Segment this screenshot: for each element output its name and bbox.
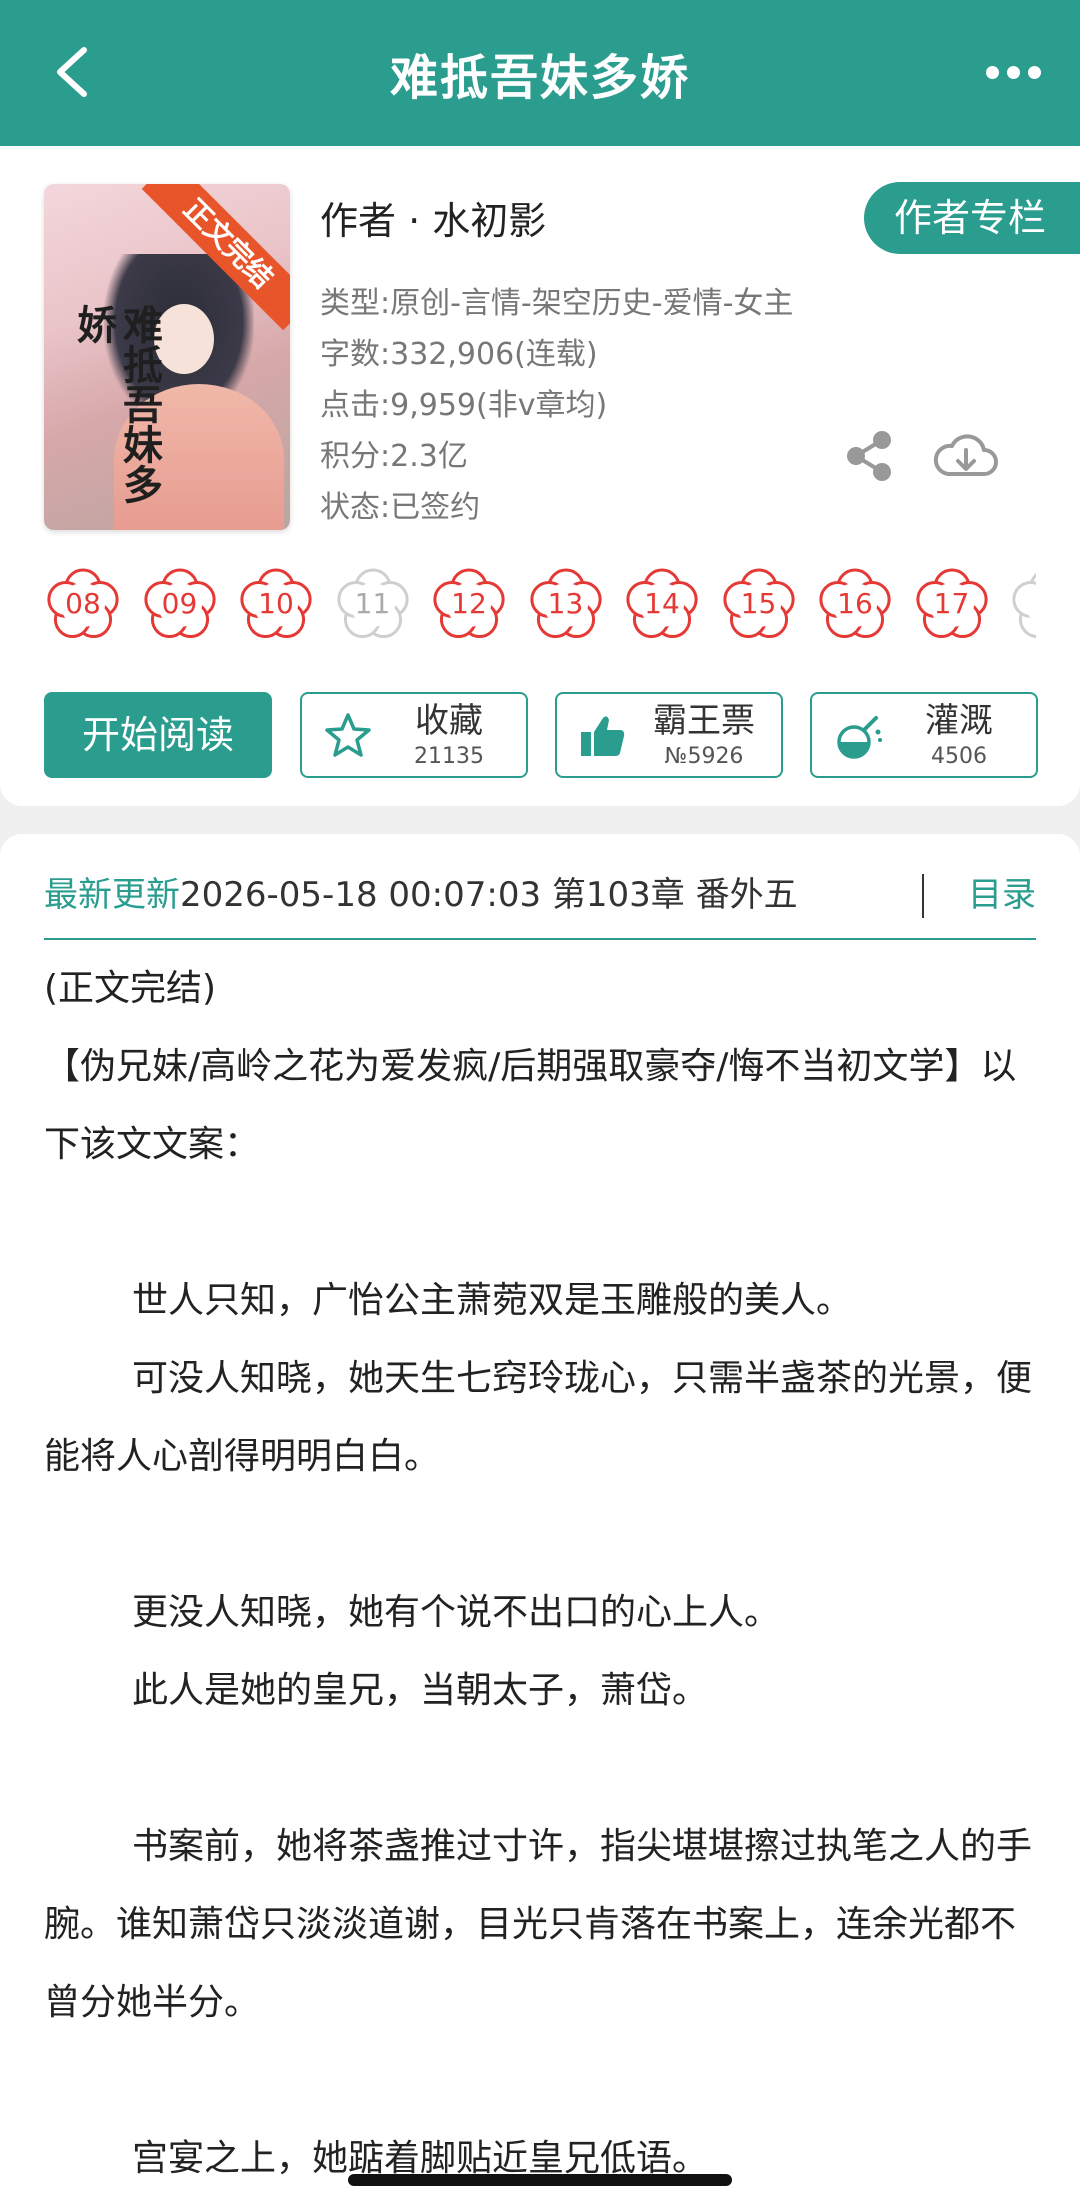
share-icon[interactable] [842,428,898,484]
flower-ratings-row[interactable]: 08 09 10 11 12 13 14 15 16 17 1 [44,564,1036,644]
collect-button[interactable]: 收藏 21135 [300,692,528,778]
intro-paragraph [44,1496,1036,1574]
irrigate-count: 4506 [931,744,987,769]
ticket-count: №5926 [664,744,744,769]
intro-paragraph: 世人只知，广怡公主萧菀双是玉雕般的美人。 [132,1280,853,1321]
flower-label: 16 [837,587,873,620]
author-name[interactable]: 作者 · 水初影 [320,190,546,245]
ticket-label: 霸王票 [653,701,755,741]
book-info-card: 难抵吾妹多娇 正文完结 作者 · 水初影 作者专栏 类型:原创-言情-架空历史-… [0,146,1080,806]
word-count-text: 字数:332,906(连载) [320,337,598,372]
irrigate-label: 灌溉 [925,701,993,741]
flower-label: 10 [258,587,294,620]
intro-paragraph [44,2042,1036,2120]
watering-flask-icon [837,716,882,759]
flower-label: 1 [1009,564,1036,642]
flower-label: 15 [740,587,777,620]
star-icon [325,713,371,757]
intro-paragraph [44,1184,1036,1262]
collect-label: 收藏 [415,701,483,741]
flower-badge[interactable]: 16 [816,564,894,642]
latest-update-label: 最新更新 [44,875,180,915]
flower-label: 12 [451,587,487,620]
more-options-icon[interactable] [986,66,1042,80]
flower-label: 09 [161,587,198,620]
intro-paragraph: 可没人知晓，她天生七窍玲珑心，只需半盏茶的光景，便能将人心剖得明明白白。 [44,1358,1033,1477]
flower-label: 11 [354,587,391,620]
intro-paragraph: 宫宴之上，她踮着脚贴近皇兄低语。 [132,2138,709,2179]
overlord-ticket-button[interactable]: 霸王票 №5926 [555,692,783,778]
book-cover[interactable]: 难抵吾妹多娇 正文完结 [44,184,290,530]
flower-label: 08 [65,587,101,620]
flower-badge[interactable]: 12 [430,564,508,642]
start-reading-button[interactable]: 开始阅读 [44,692,272,778]
flower-badge[interactable]: 11 [334,564,412,642]
genre-text: 类型:原创-言情-架空历史-爱情-女主 [320,286,794,321]
cover-title: 难抵吾妹多娇 [70,304,163,504]
intro-paragraph [44,1730,1036,1808]
flower-badge[interactable]: 08 [44,564,122,642]
divider [44,938,1036,940]
intro-paragraph: 更没人知晓，她有个说不出口的心上人。 [132,1592,781,1633]
flower-label: 14 [644,587,680,620]
score-text: 积分:2.3亿 [320,439,468,474]
book-meta: 类型:原创-言情-架空历史-爱情-女主 字数:332,906(连载) 点击:9,… [320,278,793,533]
intro-paragraph: 书案前，她将茶盏推过寸许，指尖堪堪擦过执笔之人的手腕。谁知萧岱只淡淡道谢，目光只… [44,1826,1033,2023]
separator [922,874,924,918]
author-column-button[interactable]: 作者专栏 [864,182,1080,254]
flower-label: 13 [547,587,584,620]
book-introduction: (正文完结) 【伪兄妹/高岭之花为爱发疯/后期强取豪夺/悔不当初文学】以下该文文… [44,950,1036,2198]
irrigate-button[interactable]: 灌溉 4506 [810,692,1038,778]
flower-badge[interactable]: 14 [623,564,701,642]
flower-badge[interactable]: 17 [913,564,991,642]
content-card: 最新更新2026-05-18 00:07:03 第103章 番外五 目录 (正文… [0,834,1080,2208]
page-title: 难抵吾妹多娇 [389,50,690,106]
flower-badge[interactable]: 09 [141,564,219,642]
intro-paragraph: 此人是她的皇兄，当朝太子，萧岱。 [132,1670,709,1711]
collect-count: 21135 [414,744,484,769]
intro-paragraph: (正文完结) [44,968,217,1009]
flower-badge[interactable]: 1 [1009,564,1036,642]
flower-badge[interactable]: 15 [720,564,798,642]
flower-label: 17 [933,587,970,620]
status-text: 状态:已签约 [320,490,481,525]
download-cloud-icon[interactable] [930,428,1000,484]
latest-update-text[interactable]: 2026-05-18 00:07:03 第103章 番外五 [180,875,798,915]
home-indicator [348,2174,732,2186]
intro-paragraph: 【伪兄妹/高岭之花为爱发疯/后期强取豪夺/悔不当初文学】以下该文文案： [44,1046,1017,1165]
click-count-text: 点击:9,959(非v章均) [320,388,608,423]
flower-badge[interactable]: 10 [237,564,315,642]
flower-badge[interactable]: 13 [527,564,605,642]
top-bar: 难抵吾妹多娇 [0,0,1080,146]
table-of-contents-link[interactable]: 目录 [968,860,1036,930]
latest-update-row[interactable]: 最新更新2026-05-18 00:07:03 第103章 番外五 目录 [44,860,1036,930]
thumbs-up-icon [581,716,625,756]
